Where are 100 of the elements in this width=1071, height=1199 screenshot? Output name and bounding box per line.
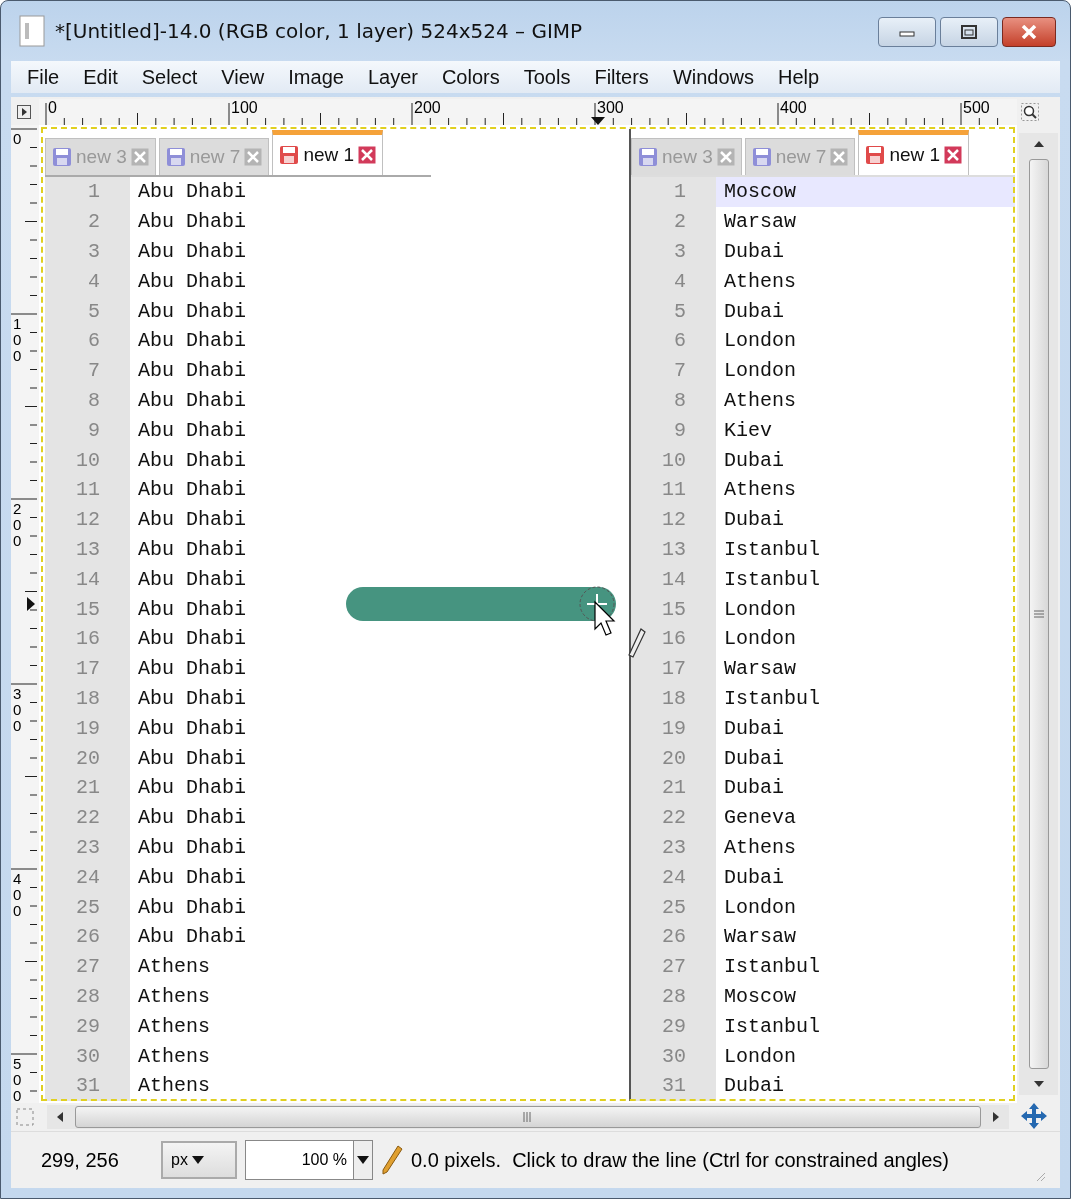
line-number: 17 bbox=[45, 653, 130, 684]
line-text: London bbox=[723, 597, 796, 621]
line-number: 16 bbox=[45, 623, 130, 654]
line-text: Abu Dhabi bbox=[137, 865, 247, 889]
play-icon bbox=[17, 105, 31, 119]
scroll-up-icon[interactable] bbox=[1032, 139, 1045, 149]
ruler-label: 400 bbox=[780, 99, 807, 117]
app-icon bbox=[19, 15, 45, 47]
caret-icon bbox=[191, 1156, 204, 1164]
line-number: 18 bbox=[631, 683, 716, 714]
line-text: Abu Dhabi bbox=[137, 299, 247, 323]
menu-item[interactable]: Edit bbox=[83, 65, 118, 89]
line-number: 7 bbox=[45, 355, 130, 386]
line-text: Dubai bbox=[723, 776, 784, 800]
menu-item[interactable]: Select bbox=[141, 65, 198, 89]
line-text: Abu Dhabi bbox=[137, 686, 247, 710]
line-number: 19 bbox=[45, 713, 130, 744]
line-number: 1 bbox=[631, 177, 716, 207]
scroll-thumb[interactable] bbox=[1028, 159, 1049, 1069]
scroll-left-icon[interactable] bbox=[55, 1111, 65, 1123]
caret-icon bbox=[357, 1156, 369, 1164]
line-number: 29 bbox=[631, 1011, 716, 1042]
line-text: Athens bbox=[137, 955, 210, 979]
maximize-button[interactable] bbox=[940, 17, 998, 47]
line-text: Dubai bbox=[723, 716, 784, 740]
line-text: Abu Dhabi bbox=[137, 746, 247, 770]
line-text: Abu Dhabi bbox=[137, 508, 247, 532]
scroll-down-icon[interactable] bbox=[1032, 1079, 1045, 1089]
line-text: Warsaw bbox=[723, 210, 796, 234]
line-text: Abu Dhabi bbox=[137, 627, 247, 651]
line-number: 9 bbox=[631, 415, 716, 446]
line-number: 11 bbox=[631, 474, 716, 505]
editor-tab[interactable]: new 1 bbox=[858, 130, 970, 175]
ruler-label: 0 bbox=[48, 99, 57, 117]
line-number: 4 bbox=[631, 266, 716, 297]
image-canvas[interactable] bbox=[39, 125, 1017, 1103]
line-text: Kiev bbox=[723, 418, 772, 442]
line-text: Abu Dhabi bbox=[137, 806, 247, 830]
close-icon[interactable] bbox=[944, 146, 963, 164]
menu-item[interactable]: Colors bbox=[441, 65, 500, 89]
line-text: Abu Dhabi bbox=[137, 776, 247, 800]
line-number: 2 bbox=[45, 206, 130, 237]
menu-item[interactable]: Tools bbox=[523, 65, 571, 89]
line-number: 31 bbox=[631, 1070, 716, 1101]
line-number: 10 bbox=[631, 445, 716, 475]
line-number: 27 bbox=[631, 951, 716, 982]
restore-icon bbox=[961, 25, 977, 39]
line-text: Moscow bbox=[723, 984, 796, 1008]
line-number: 21 bbox=[45, 772, 130, 803]
ruler-label: 0 bbox=[13, 131, 23, 147]
line-text: Athens bbox=[137, 1044, 210, 1068]
line-number: 7 bbox=[631, 355, 716, 386]
line-text: Dubai bbox=[723, 508, 784, 532]
line-number: 8 bbox=[631, 385, 716, 416]
line-text: Dubai bbox=[723, 448, 784, 472]
menu-item[interactable]: Layer bbox=[367, 65, 418, 89]
zoom-dropdown[interactable]: 100 % bbox=[245, 1140, 373, 1180]
line-number: 5 bbox=[45, 296, 130, 326]
ruler-label: 100 bbox=[231, 99, 258, 117]
menu-item[interactable]: Filters bbox=[594, 65, 649, 89]
line-number: 30 bbox=[631, 1041, 716, 1071]
ruler-label: 500 bbox=[13, 1056, 23, 1103]
line-text: London bbox=[723, 1044, 796, 1068]
line-text: Athens bbox=[723, 388, 796, 412]
line-text: Abu Dhabi bbox=[137, 567, 247, 591]
line-number: 3 bbox=[631, 236, 716, 267]
line-number: 26 bbox=[45, 921, 130, 952]
line-text: London bbox=[723, 329, 796, 353]
ruler-label: 400 bbox=[13, 871, 23, 919]
scroll-right-icon[interactable] bbox=[991, 1111, 1001, 1123]
line-number: 14 bbox=[631, 564, 716, 595]
line-number: 17 bbox=[631, 653, 716, 684]
zoom-icon[interactable] bbox=[1021, 103, 1039, 121]
minimize-button[interactable] bbox=[878, 17, 936, 47]
line-text: Dubai bbox=[723, 746, 784, 770]
navigate-icon[interactable] bbox=[1021, 1103, 1047, 1129]
line-number: 24 bbox=[631, 862, 716, 893]
line-text: Geneva bbox=[723, 806, 796, 830]
line-number: 21 bbox=[631, 772, 716, 803]
menu-item[interactable]: Windows bbox=[672, 65, 754, 89]
line-text: Abu Dhabi bbox=[137, 925, 247, 949]
line-text: Dubai bbox=[723, 1074, 784, 1098]
editor-tab[interactable]: new 1 bbox=[272, 130, 384, 175]
line-number: 26 bbox=[631, 921, 716, 952]
menu-item[interactable]: Image bbox=[288, 65, 344, 89]
menu-item[interactable]: File bbox=[27, 65, 60, 89]
ruler-label: 100 bbox=[13, 316, 23, 364]
line-number: 6 bbox=[45, 326, 130, 356]
unit-dropdown[interactable]: px bbox=[161, 1141, 237, 1179]
zoom-value: 100 % bbox=[300, 1150, 348, 1170]
line-text: Athens bbox=[723, 269, 796, 293]
line-number: 30 bbox=[45, 1041, 130, 1071]
menu-item[interactable]: View bbox=[221, 65, 265, 89]
line-text: Abu Dhabi bbox=[137, 716, 247, 740]
menu-item[interactable]: Help bbox=[778, 65, 820, 89]
close-button[interactable] bbox=[1002, 17, 1056, 47]
window-title: *[Untitled]-14.0 (RGB color, 1 layer) 524x524 – GIMP bbox=[55, 19, 584, 43]
vertical-scrollbar[interactable] bbox=[1019, 133, 1058, 1095]
close-icon[interactable] bbox=[358, 146, 377, 164]
dropdown-arrow-button[interactable] bbox=[353, 1141, 372, 1179]
